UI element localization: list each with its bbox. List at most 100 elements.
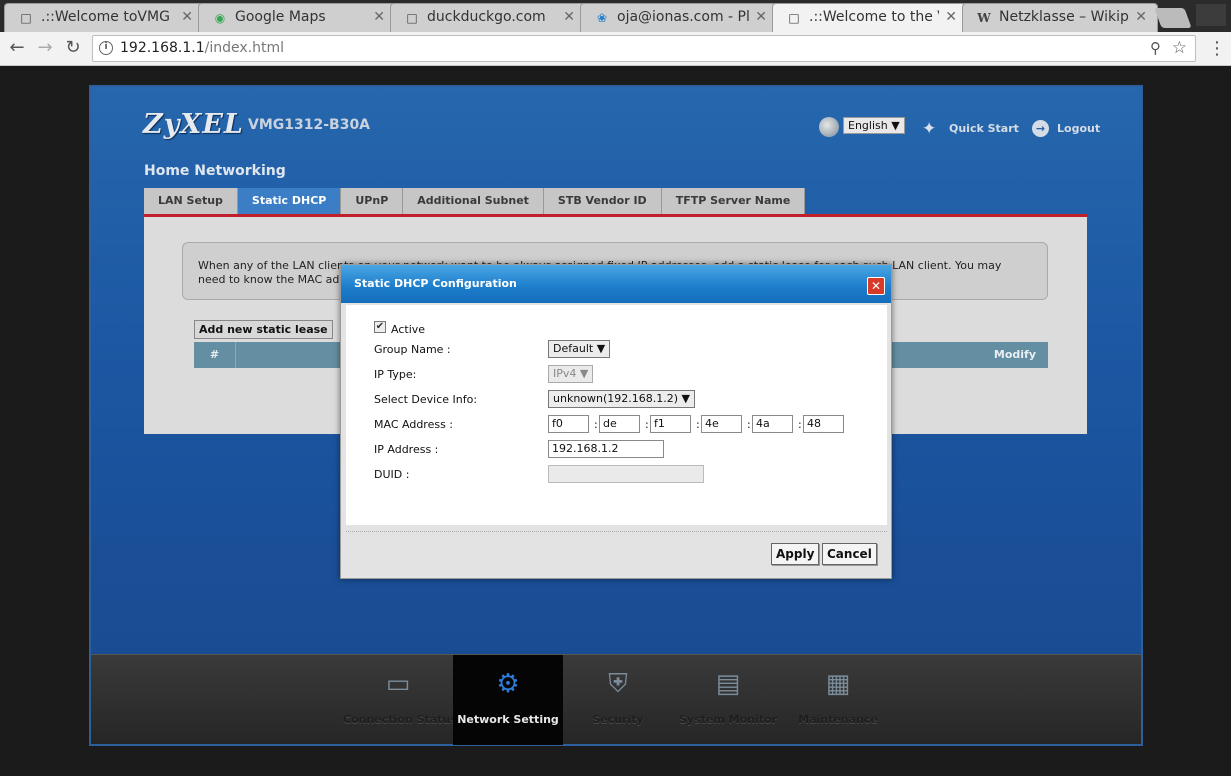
tab-tftp-server-name[interactable]: TFTP Server Name bbox=[661, 188, 806, 214]
nav-system-monitor[interactable]: ▤ System Monitor bbox=[673, 655, 783, 745]
group-name-value: Default bbox=[553, 342, 594, 355]
url-text: 192.168.1.1/index.html bbox=[120, 40, 284, 56]
browser-tab-duckduckgo[interactable]: □ duckduckgo.com ✕ bbox=[390, 3, 586, 32]
language-value: English bbox=[848, 119, 888, 132]
doc-icon: □ bbox=[788, 11, 800, 25]
browser-tab-title: .::Welcome toVMG bbox=[41, 9, 170, 25]
close-icon[interactable]: ✕ bbox=[867, 277, 885, 295]
sub-tabs: LAN Setup Static DHCP UPnP Additional Su… bbox=[144, 188, 806, 214]
browser-tab-google-maps[interactable]: ◉ Google Maps ✕ bbox=[198, 3, 396, 32]
group-name-select[interactable]: Default ▼ bbox=[548, 340, 611, 358]
device-info-select[interactable]: unknown(192.168.1.2) ▼ bbox=[548, 390, 696, 408]
doc-icon: □ bbox=[406, 11, 418, 25]
dialog-body: ✔ Active Group Name : Default ▼ IP Type:… bbox=[346, 305, 887, 525]
key-icon[interactable]: ⚲ bbox=[1150, 39, 1161, 57]
nav-label: Maintenance bbox=[798, 713, 878, 726]
close-icon[interactable]: ✕ bbox=[181, 9, 193, 25]
device-info-value: unknown(192.168.1.2) bbox=[553, 392, 679, 405]
new-tab-button[interactable] bbox=[1154, 8, 1192, 28]
quick-start-icon[interactable]: ✦ bbox=[922, 119, 936, 139]
language-select[interactable]: English ▼ bbox=[843, 117, 905, 134]
browser-tab-title: oja@ionas.com - Pl bbox=[617, 9, 749, 25]
nav-connection-status[interactable]: ▭ Connection Status bbox=[343, 655, 457, 745]
tab-additional-subnet[interactable]: Additional Subnet bbox=[403, 188, 544, 214]
tab-stb-vendor-id[interactable]: STB Vendor ID bbox=[543, 188, 662, 214]
tab-lan-setup[interactable]: LAN Setup bbox=[144, 188, 238, 214]
nav-label: System Monitor bbox=[679, 713, 777, 726]
mac-octet-2-input[interactable]: de bbox=[599, 415, 640, 433]
wikipedia-icon: W bbox=[977, 11, 991, 25]
mac-separator: : bbox=[594, 418, 598, 431]
model-name: VMG1312-B30A bbox=[248, 117, 371, 133]
bookmark-star-icon[interactable]: ☆ bbox=[1172, 38, 1187, 58]
duid-input[interactable] bbox=[548, 465, 704, 483]
profile-button[interactable] bbox=[1196, 4, 1226, 26]
security-icon: ⛨ bbox=[608, 669, 628, 699]
nav-security[interactable]: ⛨ Security bbox=[563, 655, 673, 745]
active-label: Active bbox=[391, 323, 426, 336]
menu-dots-icon[interactable]: ⋮ bbox=[1208, 40, 1226, 60]
nav-label: Connection Status bbox=[343, 713, 457, 726]
mac-octet-1-input[interactable]: f0 bbox=[548, 415, 589, 433]
browser-tab-mail[interactable]: ❀ oja@ionas.com - Pl ✕ bbox=[580, 3, 778, 32]
static-dhcp-dialog: Static DHCP Configuration ✕ ✔ Active Gro… bbox=[340, 264, 892, 579]
add-static-lease-button[interactable]: Add new static lease bbox=[194, 320, 333, 339]
nav-network-setting[interactable]: ⚙ Network Setting bbox=[453, 655, 563, 745]
column-header-number: # bbox=[194, 342, 236, 368]
close-icon[interactable]: ✕ bbox=[373, 9, 385, 25]
browser-tab-strip: □ .::Welcome toVMG ✕ ◉ Google Maps ✕ □ d… bbox=[0, 0, 1231, 32]
doc-icon: □ bbox=[20, 11, 32, 25]
logout-link[interactable]: Logout bbox=[1057, 122, 1100, 135]
ip-address-label: IP Address : bbox=[374, 443, 439, 456]
ip-address-input[interactable]: 192.168.1.2 bbox=[548, 440, 664, 458]
logout-icon[interactable]: → bbox=[1032, 120, 1049, 137]
brand-logo: ZyXEL bbox=[143, 109, 244, 140]
browser-tab-title: duckduckgo.com bbox=[427, 9, 546, 25]
network-setting-icon: ⚙ bbox=[496, 669, 520, 699]
language-globe-icon bbox=[819, 117, 839, 137]
mac-separator: : bbox=[645, 418, 649, 431]
page-title: Home Networking bbox=[144, 163, 286, 179]
close-icon[interactable]: ✕ bbox=[1135, 9, 1147, 25]
ip-type-value: IPv4 bbox=[553, 367, 577, 380]
browser-tab-title: Google Maps bbox=[235, 9, 326, 25]
active-checkbox[interactable]: ✔ bbox=[374, 321, 386, 333]
mac-octet-4-input[interactable]: 4e bbox=[701, 415, 742, 433]
connection-status-icon: ▭ bbox=[385, 669, 411, 699]
device-info-label: Select Device Info: bbox=[374, 393, 478, 406]
browser-tab-title: .::Welcome to the V bbox=[809, 9, 939, 25]
info-icon[interactable]: i bbox=[99, 41, 113, 55]
maps-icon: ◉ bbox=[214, 11, 226, 25]
browser-tab-wikipedia[interactable]: W Netzklasse – Wikip ✕ bbox=[962, 3, 1158, 32]
close-icon[interactable]: ✕ bbox=[755, 9, 767, 25]
browser-tab-welcome-1[interactable]: □ .::Welcome toVMG ✕ bbox=[4, 3, 204, 32]
nav-label: Security bbox=[592, 713, 644, 726]
cancel-button[interactable]: Cancel bbox=[822, 543, 877, 565]
maintenance-icon: ▦ bbox=[825, 669, 851, 699]
tab-static-dhcp[interactable]: Static DHCP bbox=[237, 188, 342, 214]
browser-tab-title: Netzklasse – Wikip bbox=[999, 9, 1129, 25]
dialog-footer-divider bbox=[346, 531, 887, 532]
back-arrow-icon[interactable]: ← bbox=[6, 37, 28, 59]
mac-separator: : bbox=[798, 418, 802, 431]
system-monitor-icon: ▤ bbox=[715, 669, 741, 699]
reload-icon[interactable]: ↻ bbox=[62, 37, 84, 59]
mac-octet-6-input[interactable]: 48 bbox=[803, 415, 844, 433]
group-name-label: Group Name : bbox=[374, 343, 451, 356]
mail-icon: ❀ bbox=[596, 11, 608, 25]
apply-button[interactable]: Apply bbox=[771, 543, 820, 565]
close-icon[interactable]: ✕ bbox=[563, 9, 575, 25]
browser-tab-welcome-active[interactable]: □ .::Welcome to the V ✕ bbox=[772, 3, 968, 32]
address-bar[interactable]: i 192.168.1.1/index.html ⚲ ☆ bbox=[92, 35, 1196, 62]
quick-start-link[interactable]: Quick Start bbox=[949, 122, 1019, 135]
dialog-header: Static DHCP Configuration ✕ bbox=[341, 265, 891, 303]
nav-label: Network Setting bbox=[457, 713, 559, 726]
ip-type-select[interactable]: IPv4 ▼ bbox=[548, 365, 594, 383]
forward-arrow-icon[interactable]: → bbox=[34, 37, 56, 59]
mac-octet-5-input[interactable]: 4a bbox=[752, 415, 793, 433]
mac-octet-3-input[interactable]: f1 bbox=[650, 415, 691, 433]
tab-upnp[interactable]: UPnP bbox=[341, 188, 404, 214]
close-icon[interactable]: ✕ bbox=[945, 9, 957, 25]
mac-address-label: MAC Address : bbox=[374, 418, 454, 431]
nav-maintenance[interactable]: ▦ Maintenance bbox=[783, 655, 893, 745]
